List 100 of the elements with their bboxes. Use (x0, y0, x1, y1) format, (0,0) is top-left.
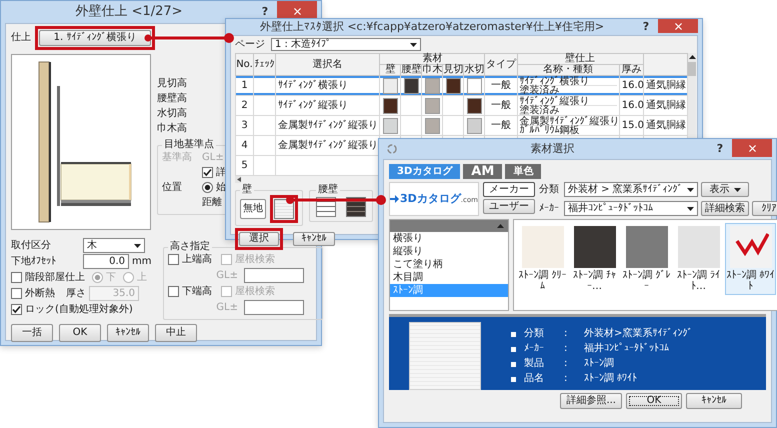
info-label: 分類 (524, 328, 545, 340)
radio-label: 上 (137, 272, 147, 284)
table-cell-text: ｶﾞﾙﾊﾞﾘｳﾑ鋼板 (520, 126, 580, 134)
dropdown[interactable]: 木 (83, 238, 145, 253)
info-label: ﾒｰｶｰ (524, 343, 545, 355)
checkbox-label: 屋根検索 (235, 286, 275, 298)
info-separator: : (564, 373, 568, 385)
product-tile[interactable]: ｽﾄｰﾝ調 ﾗｲﾄ… (673, 223, 724, 295)
info-separator: : (564, 328, 568, 340)
product-tile[interactable]: ｽﾄｰﾝ調 ｸﾞﾚｰ (621, 223, 672, 295)
close-button[interactable] (658, 19, 698, 33)
scroll-thumb[interactable] (688, 62, 696, 76)
checkbox-label: ロック(自動処理対象外) (25, 304, 133, 316)
field-label: 分類 (539, 184, 560, 196)
dialog-button[interactable]: 中止 (155, 324, 197, 342)
window-title: 外壁仕上ﾏｽﾀ選択 <c:¥fcapp¥atzero¥atzeromaster¥仕上¥住宅用> (258, 20, 606, 34)
dialog-button[interactable]: ｷｬﾝｾﾙ (686, 393, 742, 409)
checkbox[interactable] (168, 286, 179, 297)
checkbox[interactable] (202, 167, 213, 178)
cancel-button[interactable]: ｷｬﾝｾﾙ (293, 232, 335, 246)
clear-button[interactable]: ｸﾘｱ (752, 201, 777, 216)
product-tile[interactable]: ｽﾄｰﾝ調 ｸﾘｰﾑ (517, 223, 568, 295)
column-header: タイプ (484, 54, 518, 76)
unit-label: GL± (215, 302, 238, 314)
table-cell: 15.0 (619, 116, 644, 136)
column-header: 見切 (442, 64, 464, 76)
list-item[interactable]: こて塗り柄 (390, 258, 508, 271)
product-tile[interactable]: ｽﾄｰﾝ調 ﾎﾜｲﾄ (725, 223, 776, 295)
dialog-button[interactable]: ｷｬﾝｾﾙ (107, 324, 149, 342)
table-cell: 3 (236, 116, 254, 136)
product-preview (409, 322, 481, 390)
help-button[interactable]: ? (253, 5, 277, 19)
dropdown[interactable]: 福井ｺﾝﾋﾟｭｰﾀﾄﾞｯﾄｺﾑ (564, 201, 698, 216)
product-label: ｽﾄｰﾝ調 ﾎﾜｲﾄ (726, 270, 776, 292)
table-cell: 5 (236, 156, 254, 176)
dropdown[interactable]: 外装材 > 窯業系ｻｲﾃﾞｨﾝｸﾞ (564, 182, 698, 197)
checkbox[interactable] (168, 254, 179, 265)
table-cell: 2 (236, 96, 254, 116)
chevron-left-icon (237, 177, 241, 182)
caret-icon (497, 224, 504, 228)
dialog-button[interactable]: OK (59, 324, 101, 342)
source-button[interactable]: メーカー (483, 182, 535, 197)
checkbox[interactable] (11, 304, 22, 315)
input-field[interactable]: 0.0 (83, 254, 129, 269)
column-header: 壁 (380, 64, 401, 76)
tab[interactable]: AM (463, 164, 502, 179)
column-header: 厚み (619, 64, 644, 76)
source-button[interactable]: ユーザー (483, 199, 535, 214)
input-field[interactable] (244, 300, 304, 315)
radio-label: 下 (106, 272, 116, 284)
column-header: 選択名 (276, 54, 380, 76)
list-item[interactable]: 縦張り (390, 245, 508, 258)
product-tile[interactable]: ｽﾄｰﾝ調 ﾁｬｰ… (569, 223, 620, 295)
input-field[interactable] (244, 268, 304, 283)
column-header: 名称・種類 (517, 64, 620, 76)
radio-button[interactable] (202, 182, 213, 193)
checkbox-label: 階段部屋仕上 (25, 272, 85, 284)
info-label: 品名 (524, 373, 545, 385)
list-item[interactable]: 横張り (390, 232, 508, 245)
unit-label: mm (132, 256, 152, 268)
caret-icon (687, 188, 694, 192)
finish-button[interactable]: 1. ｻｲﾃﾞｨﾝｸﾞ横張り (39, 30, 151, 46)
close-icon (672, 20, 684, 32)
caret-icon (734, 188, 740, 192)
info-value: 外装材>窯業系ｻｲﾃﾞｨﾝｸﾞ (584, 328, 692, 340)
field-label: ﾒｰｶｰ (539, 202, 560, 214)
product-label: ｽﾄｰﾝ調 ｸﾘｰﾑ (518, 270, 568, 292)
select-button[interactable]: 選択 (239, 232, 279, 246)
table-cell: 金属製ｻｲﾃﾞｨﾝｸﾞ縦張り (276, 116, 380, 136)
table-cell: 4 (236, 136, 254, 156)
info-separator: : (564, 343, 568, 355)
tab[interactable]: 単色 (505, 164, 542, 179)
swatch-button[interactable] (274, 199, 294, 219)
window-title: 外壁仕上 <1/27> (74, 4, 184, 20)
table-cell: ｻｲﾃﾞｨﾝｸﾞ横張り (520, 76, 617, 86)
table-cell: 1 (236, 76, 254, 96)
radio-label: 始 (216, 182, 226, 194)
checkbox-label: 屋根検索 (235, 254, 275, 266)
table-cell: 一般 (484, 96, 518, 116)
scrollbar[interactable] (235, 176, 241, 183)
field-label: 見切高 (157, 76, 187, 91)
list-item[interactable]: 木目調 (390, 271, 508, 284)
info-value: 福井ｺﾝﾋﾟｭｰﾀﾄﾞｯﾄｺﾑ (584, 343, 669, 355)
dialog-button[interactable]: 詳細参照... (560, 393, 622, 409)
dialog-button[interactable]: 一括 (11, 324, 53, 342)
table-cell-text: 塗装済み (520, 106, 560, 114)
field-label: 距離 (202, 196, 222, 208)
table-cell: 一般 (484, 76, 518, 96)
column-header: 水切 (464, 64, 485, 76)
dropdown[interactable]: 1 : 木造ﾀｲﾌﾟ (271, 38, 421, 51)
help-button[interactable]: ? (708, 142, 732, 156)
close-button[interactable] (732, 139, 772, 157)
arrow-icon (390, 195, 399, 203)
caret-icon (687, 206, 694, 210)
search-button[interactable]: 詳細検索 (701, 201, 749, 216)
info-separator: : (564, 358, 568, 370)
unit-label: GL± (215, 270, 238, 282)
help-button[interactable]: ? (634, 20, 658, 34)
plain-button[interactable]: 無地 (240, 199, 266, 219)
view-button[interactable]: 表示 (701, 182, 749, 197)
